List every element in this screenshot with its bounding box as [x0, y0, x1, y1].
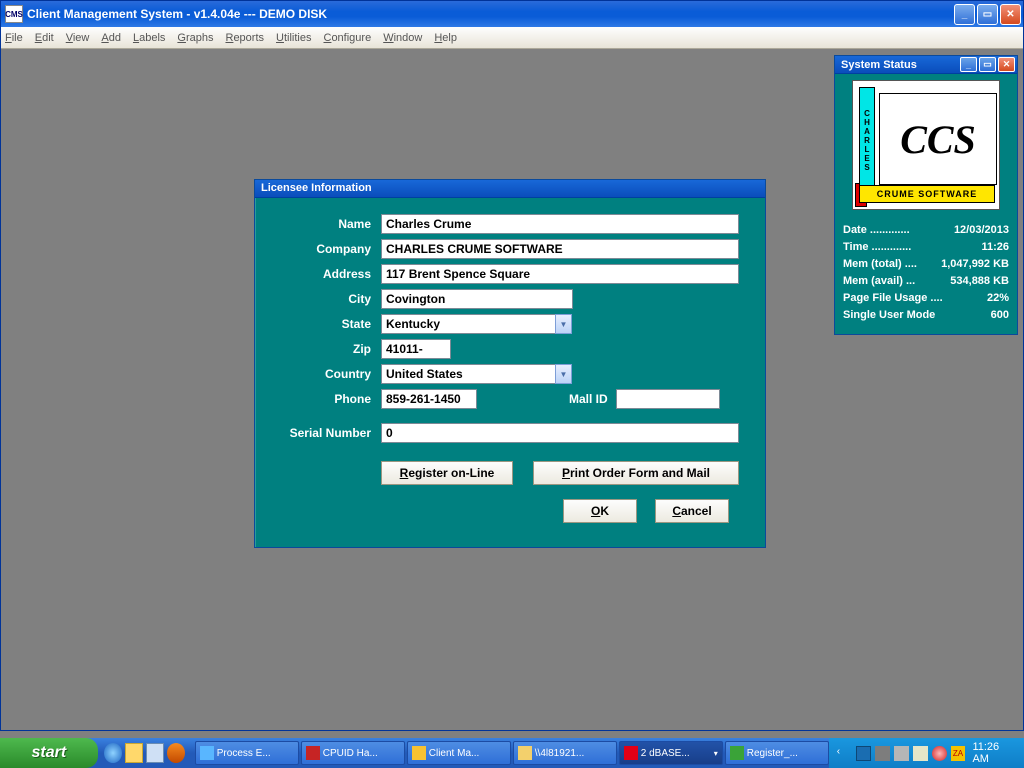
window-controls: _ ▭ ✕ [954, 4, 1023, 25]
status-memtotal-value: 1,047,992 KB [941, 256, 1009, 273]
menu-utilities[interactable]: Utilities [276, 32, 311, 44]
status-pagefile-label: Page File Usage .... [843, 290, 943, 307]
phone-field[interactable] [381, 389, 477, 409]
menu-add[interactable]: Add [101, 32, 121, 44]
status-singleuser-label: Single User Mode [843, 307, 935, 324]
ql-ie-icon[interactable] [104, 743, 122, 763]
taskbar-tasks: Process E... CPUID Ha... Client Ma... \\… [191, 741, 829, 765]
tray-shield-icon[interactable] [932, 746, 947, 761]
status-time-label: Time ............. [843, 239, 911, 256]
logo-sub-text: CRUME SOFTWARE [859, 185, 995, 203]
dialog-body: Name Company Address City State ▼ Zip [255, 198, 765, 547]
task-register[interactable]: Register_... [725, 741, 829, 765]
tray-arrow-icon[interactable]: ‹ [837, 746, 852, 761]
label-mall-id: Mall ID [569, 392, 608, 406]
menu-graphs[interactable]: Graphs [177, 32, 213, 44]
status-pagefile-value: 22% [987, 290, 1009, 307]
menu-configure[interactable]: Configure [323, 32, 371, 44]
window-title: Client Management System - v1.4.04e --- … [27, 7, 954, 21]
tray-clock[interactable]: 11:26 AM [972, 741, 1018, 765]
logo-vertical-text: CHARLES [859, 87, 875, 193]
system-tray: ‹ ZA 11:26 AM [829, 738, 1024, 768]
task-dbase[interactable]: 2 dBASE... ▾ [619, 741, 723, 765]
tray-app1-icon[interactable] [875, 746, 890, 761]
label-phone: Phone [255, 392, 381, 406]
menu-file[interactable]: File [5, 32, 23, 44]
quick-launch [98, 743, 191, 763]
tray-zonealarm-icon[interactable]: ZA [951, 746, 966, 761]
company-field[interactable] [381, 239, 739, 259]
zip-field[interactable] [381, 339, 451, 359]
state-select[interactable]: ▼ [381, 314, 572, 334]
status-minimize-button[interactable]: _ [960, 57, 977, 72]
minimize-button[interactable]: _ [954, 4, 975, 25]
ql-mail-icon[interactable] [125, 743, 143, 763]
status-date-value: 12/03/2013 [954, 222, 1009, 239]
state-value[interactable] [381, 314, 556, 334]
city-field[interactable] [381, 289, 573, 309]
chevron-down-icon[interactable]: ▼ [555, 314, 572, 334]
task-client-management[interactable]: Client Ma... [407, 741, 511, 765]
status-date-label: Date ............. [843, 222, 910, 239]
status-title: System Status [841, 59, 917, 71]
ccs-logo: CHARLES CCS CRUME SOFTWARE [852, 80, 1000, 210]
ok-button[interactable]: OK [563, 499, 637, 523]
status-close-button[interactable]: ✕ [998, 57, 1015, 72]
menu-edit[interactable]: Edit [35, 32, 54, 44]
tray-app3-icon[interactable] [913, 746, 928, 761]
close-button[interactable]: ✕ [1000, 4, 1021, 25]
logo-main-text: CCS [879, 93, 997, 185]
status-memavail-label: Mem (avail) ... [843, 273, 915, 290]
menu-help[interactable]: Help [434, 32, 457, 44]
country-value[interactable] [381, 364, 556, 384]
cancel-button[interactable]: Cancel [655, 499, 729, 523]
label-zip: Zip [255, 342, 381, 356]
label-serial: Serial Number [255, 426, 381, 440]
menu-view[interactable]: View [66, 32, 90, 44]
menubar: File Edit View Add Labels Graphs Reports… [1, 27, 1023, 49]
mall-id-field[interactable] [616, 389, 720, 409]
label-state: State [255, 317, 381, 331]
task-network-folder[interactable]: \\4l81921... [513, 741, 617, 765]
label-address: Address [255, 267, 381, 281]
menu-reports[interactable]: Reports [225, 32, 264, 44]
label-city: City [255, 292, 381, 306]
tray-display-icon[interactable] [856, 746, 871, 761]
label-company: Company [255, 242, 381, 256]
menu-window[interactable]: Window [383, 32, 422, 44]
licensee-dialog: Licensee Information Name Company Addres… [254, 179, 766, 548]
status-maximize-button[interactable]: ▭ [979, 57, 996, 72]
status-singleuser-value: 600 [991, 307, 1009, 324]
tray-app2-icon[interactable] [894, 746, 909, 761]
address-field[interactable] [381, 264, 739, 284]
chevron-down-icon[interactable]: ▼ [555, 364, 572, 384]
task-cpuid[interactable]: CPUID Ha... [301, 741, 405, 765]
status-rows: Date ............. 12/03/2013 Time ......… [835, 218, 1017, 334]
print-order-form-button[interactable]: Print Order Form and Mail [533, 461, 739, 485]
dialog-title: Licensee Information [255, 180, 765, 198]
register-online-button[interactable]: Register on-Line [381, 461, 513, 485]
menu-labels[interactable]: Labels [133, 32, 165, 44]
name-field[interactable] [381, 214, 739, 234]
status-memtotal-label: Mem (total) .... [843, 256, 917, 273]
ql-firefox-icon[interactable] [167, 743, 185, 763]
serial-field[interactable] [381, 423, 739, 443]
country-select[interactable]: ▼ [381, 364, 572, 384]
app-icon: CMS [5, 5, 23, 23]
status-memavail-value: 534,888 KB [950, 273, 1009, 290]
start-button[interactable]: start [0, 738, 98, 768]
system-status-panel: System Status _ ▭ ✕ CHARLES CCS CRUME SO… [834, 55, 1018, 335]
label-name: Name [255, 217, 381, 231]
label-country: Country [255, 367, 381, 381]
maximize-button[interactable]: ▭ [977, 4, 998, 25]
taskbar: start Process E... CPUID Ha... Client Ma… [0, 738, 1024, 768]
task-process-explorer[interactable]: Process E... [195, 741, 299, 765]
status-title-bar: System Status _ ▭ ✕ [835, 56, 1017, 74]
titlebar: CMS Client Management System - v1.4.04e … [1, 1, 1023, 27]
status-time-value: 11:26 [981, 239, 1009, 256]
ql-desktop-icon[interactable] [146, 743, 164, 763]
